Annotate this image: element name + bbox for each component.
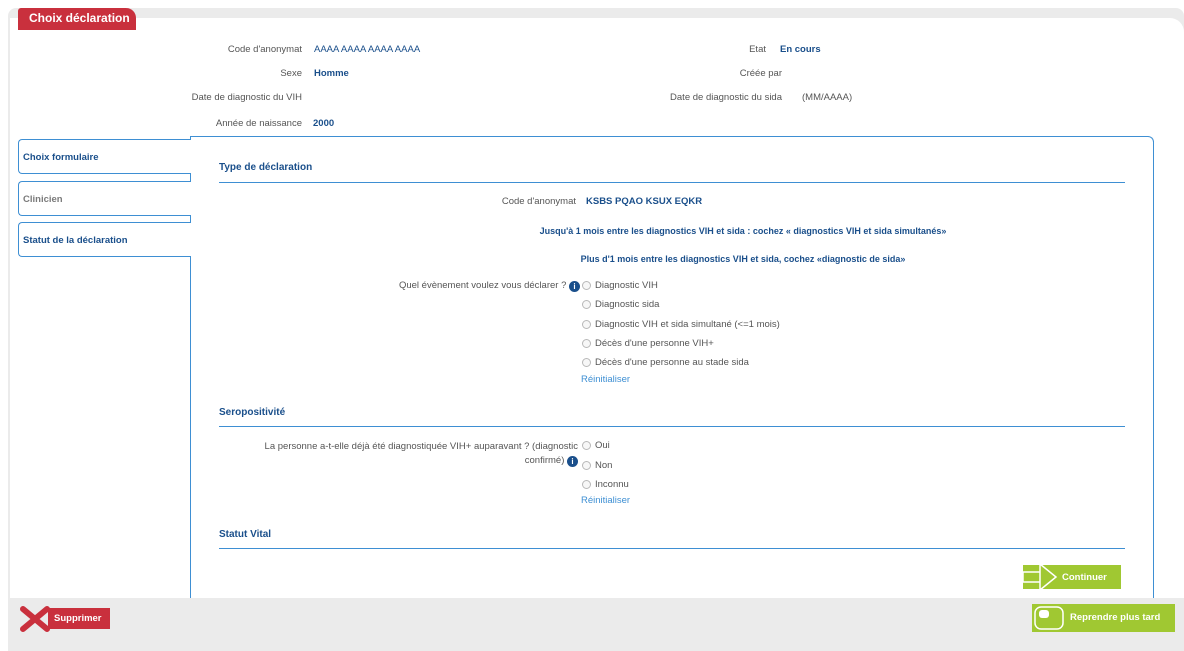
code-anonymat-label: Code d'anonymat (227, 44, 302, 55)
option-deces-vih[interactable]: Décès d'une personne VIH+ (595, 338, 714, 349)
section-divider (219, 548, 1125, 549)
radio-diagnostic-simultane[interactable] (582, 320, 591, 329)
info-text-sida: Plus d'1 mois entre les diagnostics VIH … (580, 254, 906, 264)
radio-non[interactable] (582, 461, 591, 470)
reinitialiser-link-sero[interactable]: Réinitialiser (581, 495, 630, 506)
section-divider (219, 182, 1125, 183)
question-evenement-text: Quel évènement voulez vous déclarer ? (398, 280, 567, 291)
continue-button[interactable]: Continuer (1022, 562, 1121, 592)
info-text-simultane: Jusqu'à 1 mois entre les diagnostics VIH… (539, 226, 947, 236)
radio-diagnostic-sida[interactable] (582, 300, 591, 309)
annee-naissance-value: 2000 (313, 118, 335, 129)
radio-deces-sida[interactable] (582, 358, 591, 367)
sexe-label: Sexe (280, 68, 302, 79)
annee-naissance-label: Année de naissance (215, 118, 302, 129)
code-anonymat-value: AAAA AAAA AAAA AAAA (314, 44, 421, 55)
tab-statut-declaration[interactable]: Statut de la déclaration (18, 222, 191, 257)
radio-diagnostic-vih[interactable] (582, 281, 591, 290)
section-title-seropositivite: Seropositivité (219, 407, 286, 418)
date-sida-value: (MM/AAAA) (802, 92, 853, 103)
radio-oui[interactable] (582, 441, 591, 450)
sexe-value: Homme (314, 68, 349, 79)
question-seropositivite-line2-text: confirmé) (524, 455, 565, 466)
etat-value: En cours (780, 44, 821, 55)
question-seropositivite: La personne a-t-elle déjà été diagnostiq… (220, 440, 578, 468)
toggle-switch-icon (1034, 606, 1064, 630)
info-icon[interactable]: i (567, 456, 578, 467)
continue-button-label: Continuer (1062, 572, 1107, 583)
delete-button[interactable]: Supprimer (20, 606, 110, 632)
page-title: Choix déclaration (18, 8, 136, 30)
radio-deces-vih[interactable] (582, 339, 591, 348)
etat-label: Etat (749, 44, 766, 55)
option-diagnostic-vih[interactable]: Diagnostic VIH (595, 280, 658, 291)
question-evenement: Quel évènement voulez vous déclarer ? i (340, 280, 580, 292)
option-oui[interactable]: Oui (595, 440, 610, 451)
question-seropositivite-line2: confirmé) i (220, 454, 578, 468)
question-seropositivite-line1: La personne a-t-elle déjà été diagnostiq… (264, 441, 578, 452)
info-icon[interactable]: i (569, 281, 580, 292)
option-non[interactable]: Non (595, 460, 612, 471)
code-anonymat-value-form: KSBS PQAO KSUX EQKR (586, 196, 703, 207)
section-divider (219, 426, 1125, 427)
section-title-type: Type de déclaration (219, 162, 313, 173)
date-sida-label: Date de diagnostic du sida (670, 92, 782, 103)
reinitialiser-link-type[interactable]: Réinitialiser (581, 374, 630, 385)
resume-later-button[interactable]: Reprendre plus tard (1032, 604, 1175, 632)
code-anonymat-label-form: Code d'anonymat (501, 196, 576, 207)
delete-button-label: Supprimer (48, 608, 110, 629)
option-inconnu[interactable]: Inconnu (595, 479, 629, 490)
date-vih-label: Date de diagnostic du VIH (191, 92, 302, 103)
option-diagnostic-sida[interactable]: Diagnostic sida (595, 299, 659, 310)
resume-later-button-label: Reprendre plus tard (1070, 612, 1161, 623)
option-deces-sida[interactable]: Décès d'une personne au stade sida (595, 357, 749, 368)
radio-inconnu[interactable] (582, 480, 591, 489)
option-diagnostic-simultane[interactable]: Diagnostic VIH et sida simultané (<=1 mo… (595, 319, 780, 330)
delete-x-icon (20, 606, 50, 632)
arrow-right-icon (1022, 562, 1058, 592)
creee-par-label: Créée par (739, 68, 782, 79)
tab-choix-formulaire[interactable]: Choix formulaire (18, 139, 191, 174)
section-title-statut-vital: Statut Vital (219, 529, 272, 540)
tab-clinicien[interactable]: Clinicien (18, 181, 191, 216)
